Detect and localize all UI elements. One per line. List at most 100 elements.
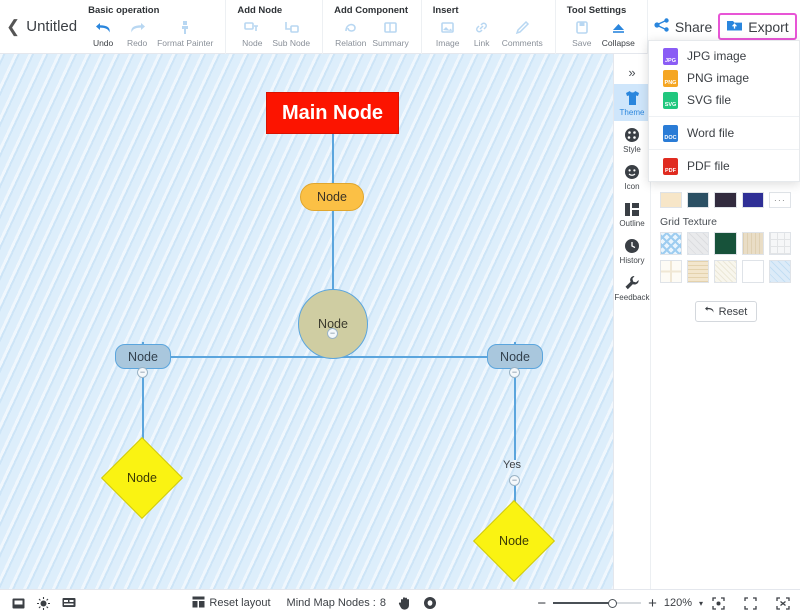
grid-texture-10[interactable] [768, 260, 792, 283]
collapse-handle-node-2[interactable]: − [327, 328, 338, 339]
export-menu-item-word[interactable]: DOC Word file [649, 122, 799, 144]
grid-texture-1[interactable] [660, 232, 683, 255]
grid-texture-6[interactable] [660, 260, 683, 283]
theme-swatch-4[interactable] [741, 192, 764, 208]
insert-link-button[interactable]: Link [465, 19, 499, 48]
back-button[interactable]: ❮ [6, 18, 20, 35]
node-4[interactable]: Node [487, 344, 543, 369]
format-painter-button[interactable]: Format Painter [154, 19, 216, 48]
reset-theme-button[interactable]: Reset [694, 301, 757, 322]
toolbar-group-insert: Insert Image Link Comments [422, 0, 556, 54]
sidebar-item-history[interactable]: History [614, 232, 651, 269]
sidebar-item-outline[interactable]: Outline [614, 195, 651, 232]
theme-color-swatch-row: ··· [660, 192, 792, 208]
export-menu-item-jpg[interactable]: JPG JPG image [649, 45, 799, 67]
theme-swatch-3[interactable] [714, 192, 737, 208]
node-label: Main Node [281, 101, 384, 124]
grid-texture-8[interactable] [714, 260, 737, 283]
export-menu-item-png[interactable]: PNG PNG image [649, 67, 799, 89]
zoom-slider-knob[interactable] [608, 598, 618, 608]
save-image-icon[interactable] [12, 597, 25, 610]
add-relation-button[interactable]: Relation [332, 19, 369, 48]
zoom-slider-fill [553, 602, 614, 604]
reset-layout-button[interactable]: Reset layout [192, 596, 271, 611]
grid-texture-2[interactable] [687, 232, 710, 255]
share-button[interactable]: Share [648, 15, 718, 38]
node-main[interactable]: Main Node [266, 92, 399, 134]
eye-view-icon[interactable] [423, 596, 437, 610]
theme-swatch-more-button[interactable]: ··· [768, 192, 792, 208]
grid-texture-3[interactable] [714, 232, 737, 255]
insert-comments-label: Comments [501, 38, 543, 48]
mindmap-canvas[interactable]: Main Node Node Node − Node − Node − Node… [0, 54, 613, 589]
group-title: Basic operation [88, 5, 160, 16]
zoom-out-button[interactable]: − [537, 596, 546, 611]
sidebar-item-icon[interactable]: Icon [614, 158, 651, 195]
chevron-double-right-icon[interactable]: » [617, 60, 647, 84]
collapse-glyph: − [139, 367, 146, 377]
sidebar-item-label: Feedback [614, 293, 650, 302]
file-tag: PDF [665, 167, 676, 174]
insert-link-label: Link [473, 38, 490, 48]
zoom-level-value[interactable]: 120% [664, 597, 692, 609]
undo-button[interactable]: Undo [86, 19, 120, 48]
export-menu-item-pdf[interactable]: PDF PDF file [649, 155, 799, 177]
sidebar-item-style[interactable]: Style [614, 121, 651, 158]
mindmap-nodes-counter: Mind Map Nodes : 8 [287, 597, 386, 609]
collapse-handle-node-4[interactable]: − [509, 367, 520, 378]
grid-texture-7[interactable] [687, 260, 710, 283]
theme-swatch-2[interactable] [687, 192, 710, 208]
right-sidebar-rail: » Theme Style Icon Outline History Feedb… [613, 54, 651, 589]
export-button[interactable]: Export [718, 13, 797, 40]
fit-center-icon[interactable] [712, 596, 725, 610]
sidebar-item-theme[interactable]: Theme [613, 84, 651, 121]
save-button[interactable]: Save [565, 19, 599, 48]
insert-image-button[interactable]: Image [431, 19, 465, 48]
sidebar-item-label: Outline [619, 219, 645, 228]
expand-corners-icon[interactable] [744, 596, 757, 610]
redo-button[interactable]: Redo [120, 19, 154, 48]
jpg-file-icon: JPG [663, 47, 678, 65]
node-5[interactable]: Node [100, 436, 184, 520]
collapse-handle-node-3[interactable]: − [137, 367, 148, 378]
comment-pencil-icon [515, 19, 530, 36]
export-menu-item-svg[interactable]: SVG SVG file [649, 89, 799, 111]
tshirt-icon [624, 89, 641, 107]
zoom-slider[interactable] [553, 597, 642, 609]
theme-swatch-1[interactable] [660, 192, 683, 208]
outline-grid-icon [624, 200, 640, 218]
node-6[interactable]: Node [472, 499, 556, 583]
toolbar-group-tool-settings: Tool Settings Save Collapse [556, 0, 648, 54]
undo-arrow-icon [95, 19, 112, 36]
node-2[interactable]: Node [298, 289, 368, 359]
fullscreen-icon[interactable] [776, 596, 790, 610]
grid-texture-4[interactable] [741, 232, 764, 255]
node-1[interactable]: Node [300, 183, 364, 211]
edge-main-to-n1 [332, 134, 334, 189]
toolbar-group-add-node: Add Node Node Sub Node [226, 0, 324, 54]
presentation-icon[interactable] [62, 597, 76, 609]
document-title[interactable]: Untitled [26, 18, 77, 35]
node-label: Node [499, 534, 529, 548]
sidebar-item-feedback[interactable]: Feedback [614, 269, 651, 306]
image-icon [440, 19, 455, 36]
hand-pan-icon[interactable] [398, 596, 411, 610]
collapse-button[interactable]: Collapse [599, 19, 638, 48]
chevron-down-icon[interactable]: ▾ [699, 599, 703, 608]
node-3[interactable]: Node [115, 344, 171, 369]
add-summary-button[interactable]: Summary [369, 19, 411, 48]
share-label: Share [674, 18, 713, 35]
grid-texture-5[interactable] [768, 232, 792, 255]
insert-comments-button[interactable]: Comments [499, 19, 546, 48]
add-sub-node-button[interactable]: Sub Node [269, 19, 313, 48]
collapse-glyph: − [511, 367, 518, 377]
grid-texture-9[interactable] [741, 260, 764, 283]
node-label: Node [128, 349, 158, 364]
collapse-handle-yes[interactable]: − [509, 475, 520, 486]
add-node-button[interactable]: Node [235, 19, 269, 48]
sidebar-item-label: Theme [619, 108, 645, 117]
zoom-in-button[interactable]: + [648, 596, 657, 611]
brightness-sun-icon[interactable] [37, 596, 50, 610]
insert-image-label: Image [435, 38, 460, 48]
reset-layout-label: Reset layout [209, 597, 271, 609]
